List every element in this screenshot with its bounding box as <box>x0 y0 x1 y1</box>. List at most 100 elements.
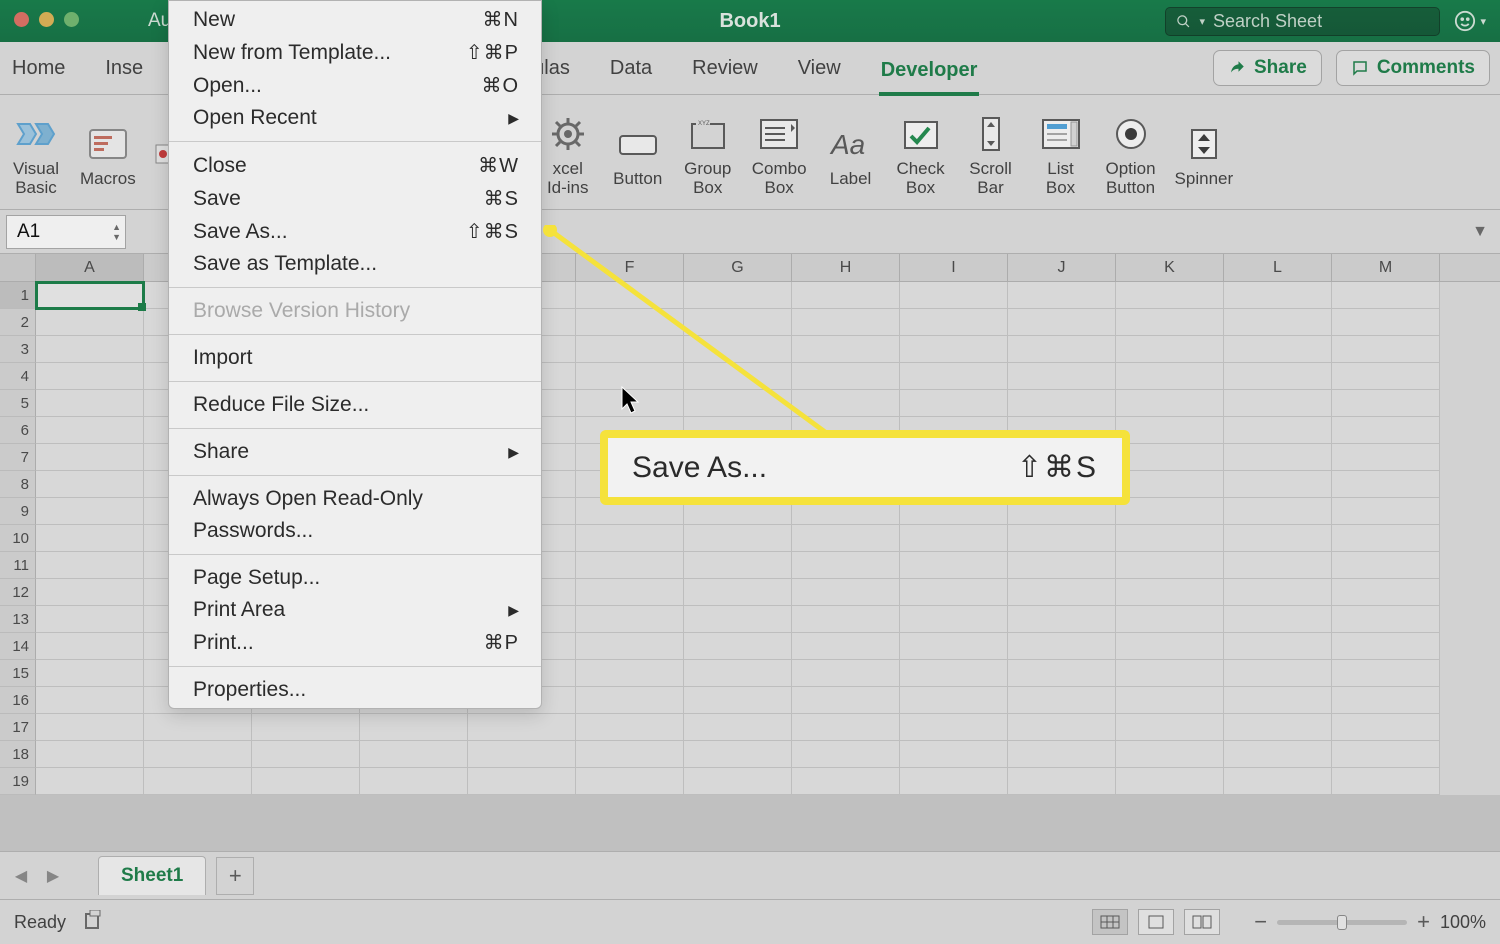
cell[interactable] <box>36 417 144 444</box>
cell[interactable] <box>1116 741 1224 768</box>
cell[interactable] <box>1224 660 1332 687</box>
cell[interactable] <box>1332 282 1440 309</box>
cell[interactable] <box>900 552 1008 579</box>
cell[interactable] <box>900 606 1008 633</box>
cell[interactable] <box>792 336 900 363</box>
cell[interactable] <box>1224 633 1332 660</box>
cell[interactable] <box>684 687 792 714</box>
menu-item-properties[interactable]: Properties... <box>169 674 541 706</box>
cell[interactable] <box>36 660 144 687</box>
row-header[interactable]: 8 <box>0 471 36 498</box>
row-header[interactable]: 13 <box>0 606 36 633</box>
cell[interactable] <box>36 336 144 363</box>
sheet-tab[interactable]: Sheet1 <box>98 856 206 895</box>
cell[interactable] <box>792 525 900 552</box>
zoom-out-button[interactable]: − <box>1254 909 1267 935</box>
cell[interactable] <box>576 579 684 606</box>
tab-developer[interactable]: Developer <box>879 55 980 96</box>
cell[interactable] <box>1224 552 1332 579</box>
cell[interactable] <box>900 633 1008 660</box>
cell[interactable] <box>684 336 792 363</box>
row-header[interactable]: 16 <box>0 687 36 714</box>
cell[interactable] <box>576 741 684 768</box>
cell[interactable] <box>36 498 144 525</box>
cell[interactable] <box>1116 606 1224 633</box>
menu-item-new[interactable]: New⌘N <box>169 3 541 36</box>
cell[interactable] <box>1008 282 1116 309</box>
cell[interactable] <box>900 390 1008 417</box>
row-header[interactable]: 17 <box>0 714 36 741</box>
menu-item-import[interactable]: Import <box>169 342 541 374</box>
row-header[interactable]: 5 <box>0 390 36 417</box>
cell[interactable] <box>1224 444 1332 471</box>
menu-item-always-open-read-only[interactable]: Always Open Read-Only <box>169 483 541 515</box>
cell[interactable] <box>1332 687 1440 714</box>
cell[interactable] <box>1116 471 1224 498</box>
cell[interactable] <box>792 660 900 687</box>
cell[interactable] <box>792 390 900 417</box>
spinner-control[interactable]: Spinner <box>1175 122 1234 189</box>
row-header[interactable]: 3 <box>0 336 36 363</box>
cell[interactable] <box>1332 417 1440 444</box>
cell[interactable] <box>684 768 792 795</box>
menu-item-page-setup[interactable]: Page Setup... <box>169 562 541 594</box>
cell[interactable] <box>576 660 684 687</box>
cell[interactable] <box>684 660 792 687</box>
cell[interactable] <box>1116 714 1224 741</box>
cell[interactable] <box>1008 741 1116 768</box>
view-page-break-button[interactable] <box>1184 909 1220 935</box>
cell[interactable] <box>1332 471 1440 498</box>
menu-item-save[interactable]: Save⌘S <box>169 182 541 215</box>
cell[interactable] <box>36 444 144 471</box>
cell[interactable] <box>1008 660 1116 687</box>
cell[interactable] <box>1008 633 1116 660</box>
cell[interactable] <box>144 768 252 795</box>
cell[interactable] <box>792 633 900 660</box>
cell[interactable] <box>1116 390 1224 417</box>
menu-item-close[interactable]: Close⌘W <box>169 149 541 182</box>
column-header[interactable]: M <box>1332 254 1440 281</box>
cell[interactable] <box>1224 363 1332 390</box>
cell[interactable] <box>252 714 360 741</box>
cell[interactable] <box>36 714 144 741</box>
cell[interactable] <box>684 606 792 633</box>
cell[interactable] <box>468 741 576 768</box>
search-sheet-input[interactable]: ▾ Search Sheet <box>1165 7 1440 36</box>
cell[interactable] <box>792 714 900 741</box>
cell[interactable] <box>36 525 144 552</box>
tab-insert[interactable]: Inse <box>103 53 145 84</box>
cell[interactable] <box>36 309 144 336</box>
cell[interactable] <box>1116 633 1224 660</box>
cell[interactable] <box>1224 471 1332 498</box>
cell[interactable] <box>684 633 792 660</box>
cell[interactable] <box>576 282 684 309</box>
cell[interactable] <box>792 579 900 606</box>
column-header[interactable]: A <box>36 254 144 281</box>
cell[interactable] <box>684 390 792 417</box>
row-header[interactable]: 14 <box>0 633 36 660</box>
group-box-control[interactable]: XYZ Group Box <box>682 112 734 197</box>
cell[interactable] <box>792 741 900 768</box>
cell[interactable] <box>576 606 684 633</box>
cell[interactable] <box>1008 768 1116 795</box>
view-page-layout-button[interactable] <box>1138 909 1174 935</box>
cell[interactable] <box>1008 714 1116 741</box>
cell[interactable] <box>1332 363 1440 390</box>
sheet-nav-prev[interactable]: ◀ <box>8 863 34 889</box>
cell[interactable] <box>900 282 1008 309</box>
cell[interactable] <box>468 714 576 741</box>
cell[interactable] <box>684 741 792 768</box>
cell[interactable] <box>1008 687 1116 714</box>
cell[interactable] <box>684 309 792 336</box>
cell[interactable] <box>36 606 144 633</box>
cell[interactable] <box>360 768 468 795</box>
cell[interactable] <box>1116 336 1224 363</box>
cell[interactable] <box>684 552 792 579</box>
share-button[interactable]: Share <box>1213 50 1322 86</box>
row-header[interactable]: 12 <box>0 579 36 606</box>
cell[interactable] <box>360 741 468 768</box>
list-box-control[interactable]: List Box <box>1035 112 1087 197</box>
cell[interactable] <box>36 282 144 309</box>
cell[interactable] <box>900 336 1008 363</box>
tab-view[interactable]: View <box>796 53 843 84</box>
